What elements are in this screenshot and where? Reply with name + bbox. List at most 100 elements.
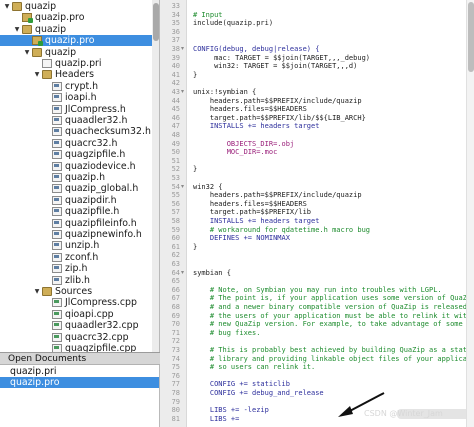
tree-file[interactable]: zip.h	[0, 263, 152, 274]
tree-item-label: quazipfileinfo.h	[65, 217, 137, 229]
tree-item-label: quazipnewinfo.h	[65, 229, 142, 240]
tree-file[interactable]: quaziodevice.h	[0, 161, 152, 172]
file-icon	[52, 332, 62, 342]
editor-scrollbar[interactable]	[466, 0, 474, 427]
tree-file[interactable]: quazip.pri	[0, 58, 152, 69]
file-icon	[52, 138, 62, 148]
folder-icon	[12, 2, 22, 11]
fold-marker-icon[interactable]: ▾	[181, 87, 186, 97]
file-icon	[52, 127, 62, 137]
tree-item-label: qioapi.cpp	[65, 308, 114, 320]
code-line[interactable]: DEFINES += NOMINMAX	[193, 233, 290, 243]
project-tree-scrollbar[interactable]	[152, 0, 159, 352]
file-icon	[52, 230, 62, 239]
tree-item-label: quagzipfile.cpp	[65, 343, 137, 352]
tree-file[interactable]: zlib.h	[0, 275, 152, 286]
file-icon	[52, 218, 62, 228]
tree-file[interactable]: quagzipfile.cpp	[0, 343, 152, 352]
file-icon	[52, 275, 62, 285]
tree-item-label: zlib.h	[65, 274, 91, 286]
tree-file[interactable]: quagzipfile.h	[0, 149, 152, 160]
tree-file[interactable]: quazipfile.h	[0, 206, 152, 217]
tree-item-label: quazip_global.h	[65, 183, 139, 195]
tree-item-label: unzip.h	[65, 240, 100, 252]
code-line[interactable]: MOC_DIR=.moc	[193, 147, 278, 157]
tree-item-label: quazip	[35, 23, 67, 35]
tree-file[interactable]: quacrc32.cpp	[0, 332, 152, 343]
tree-file[interactable]: quazipfileinfo.h	[0, 218, 152, 229]
code-line[interactable]: }	[193, 164, 197, 174]
file-icon	[52, 93, 62, 103]
tree-item-label: zip.h	[65, 263, 88, 275]
code-line[interactable]: # bug fixes.	[193, 328, 261, 338]
tree-item-label: Sources	[55, 286, 93, 297]
tree-file[interactable]: qioapi.cpp	[0, 309, 152, 320]
line-number: 81	[171, 414, 180, 423]
tree-item-label: quachecksum32.h	[65, 126, 151, 138]
tree-file[interactable]: quaadler32.cpp	[0, 320, 152, 331]
tree-item-label: quagzipfile.h	[65, 149, 126, 161]
file-icon	[52, 184, 62, 194]
tree-file[interactable]: quachecksum32.h	[0, 126, 152, 137]
tree-item-label: quacrc32.h	[65, 137, 118, 149]
code-line[interactable]: win32: TARGET = $$join(TARGET,,,d)	[193, 61, 357, 71]
tree-item-label: quazip.h	[65, 172, 106, 183]
code-line[interactable]: INSTALLS += headers target	[193, 121, 320, 131]
expand-arrow-icon[interactable]: ▼	[23, 47, 31, 58]
fold-marker-icon[interactable]: ▾	[181, 182, 186, 192]
tree-item-label: JlCompress.h	[65, 103, 126, 115]
folder-icon	[42, 287, 52, 296]
open-document-item[interactable]: quazip.pro	[0, 377, 159, 388]
tree-file[interactable]: quazip.h	[0, 172, 152, 183]
expand-arrow-icon[interactable]: ▼	[3, 1, 11, 12]
fold-marker-icon[interactable]: ▾	[181, 44, 186, 54]
code-line[interactable]: CONFIG += debug_and_release	[193, 388, 324, 398]
tree-file[interactable]: quazip_global.h	[0, 183, 152, 194]
tree-file[interactable]: quazipdir.h	[0, 195, 152, 206]
tree-file[interactable]: quazip.pro	[0, 12, 152, 24]
fold-marker-icon[interactable]: ▾	[181, 268, 186, 278]
code-line[interactable]: symbian {	[193, 268, 231, 278]
code-line[interactable]: }	[193, 70, 197, 80]
tree-folder[interactable]: ▼ quazip	[0, 1, 152, 12]
expand-arrow-icon[interactable]: ▼	[33, 286, 41, 297]
project-tree-scrollbar-thumb[interactable]	[153, 3, 159, 41]
tree-file[interactable]: JlCompress.cpp	[0, 297, 152, 308]
file-icon	[52, 116, 62, 125]
code-line[interactable]: include(quazip.pri)	[193, 18, 273, 28]
tree-folder[interactable]: ▼ Sources	[0, 286, 152, 297]
tree-file[interactable]: quacrc32.h	[0, 138, 152, 149]
tree-file[interactable]: zconf.h	[0, 252, 152, 263]
project-tree[interactable]: ▼ quazip quazip.pro ▼ quazip quazip.pro ▼ quazi…	[0, 0, 160, 352]
file-icon	[32, 36, 43, 47]
folder-icon	[32, 47, 42, 57]
file-icon	[52, 309, 62, 319]
tree-folder[interactable]: ▼ quazip	[0, 47, 152, 58]
file-icon	[52, 173, 62, 182]
open-document-item[interactable]: quazip.pri	[0, 366, 159, 377]
file-icon	[52, 150, 62, 160]
tree-file[interactable]: JlCompress.h	[0, 104, 152, 115]
tree-item-label: quaziodevice.h	[65, 160, 136, 172]
tree-file[interactable]: quaadler32.h	[0, 115, 152, 126]
tree-file[interactable]: quazipnewinfo.h	[0, 229, 152, 240]
expand-arrow-icon[interactable]: ▼	[33, 69, 41, 80]
folder-icon	[22, 24, 32, 34]
code-line[interactable]: # so users can relink it.	[193, 362, 315, 372]
code-line[interactable]: LIBS +=	[193, 414, 244, 424]
tree-folder[interactable]: ▼ Headers	[0, 69, 152, 80]
file-icon	[42, 59, 52, 68]
code-line[interactable]: }	[193, 242, 197, 252]
file-icon	[22, 13, 33, 24]
tree-item-label: quazip.pri	[55, 58, 102, 69]
tree-folder[interactable]: ▼ quazip	[0, 24, 152, 35]
expand-arrow-icon[interactable]: ▼	[13, 24, 21, 35]
editor-scrollbar-thumb[interactable]	[468, 2, 474, 72]
tree-file[interactable]: unzip.h	[0, 240, 152, 251]
tree-file[interactable]: quazip.pro	[0, 35, 152, 47]
code-editor[interactable]: 33 34 35 36 37 38 ▾ 39 40 41 42 43 ▾ 44 45 46 47 48 49 50 51…	[160, 0, 474, 427]
tree-file[interactable]: crypt.h	[0, 81, 152, 92]
tree-file[interactable]: ioapi.h	[0, 92, 152, 103]
tree-item-label: quazip	[45, 46, 77, 58]
file-icon	[52, 252, 62, 262]
